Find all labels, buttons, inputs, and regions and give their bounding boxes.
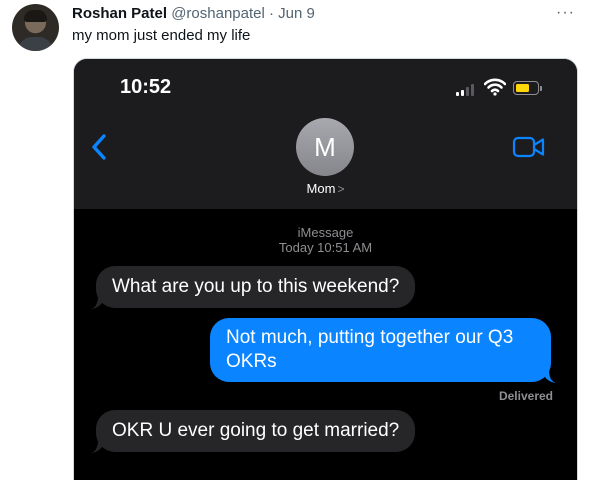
- battery-cap: [540, 85, 542, 91]
- message-text: OKR U ever going to get married?: [112, 420, 400, 441]
- author-avatar[interactable]: [12, 4, 59, 51]
- delivery-status: Delivered: [498, 389, 553, 403]
- author-handle[interactable]: @roshanpatel: [171, 5, 265, 22]
- message-text-line-1: Not much, putting together our Q3: [226, 327, 514, 348]
- more-options-icon[interactable]: ···: [556, 4, 575, 22]
- message-text: What are you up to this weekend?: [112, 276, 400, 297]
- video-call-icon[interactable]: [512, 136, 546, 158]
- message-bubble-received[interactable]: What are you up to this weekend?: [91, 266, 416, 309]
- bubble-tail: [91, 439, 105, 453]
- service-label: iMessage: [297, 225, 354, 240]
- battery-level: [515, 83, 529, 92]
- contact-name[interactable]: Mom >: [74, 181, 577, 196]
- avatar-hair: [24, 10, 47, 22]
- tweet-media-screenshot[interactable]: 10:52 M Mom > iMessage Today 10:51 AM Wh…: [73, 58, 578, 480]
- imessage-header: 10:52 M Mom >: [74, 59, 577, 209]
- battery-icon: [513, 81, 542, 95]
- wifi-icon: [484, 78, 506, 96]
- back-chevron-icon[interactable]: [90, 133, 108, 161]
- conversation-timestamp: Today 10:51 AM: [278, 240, 373, 255]
- tweet-header: Roshan Patel @roshanpatel · Jun 9: [72, 5, 315, 22]
- chevron-right-icon: >: [337, 182, 345, 196]
- bubble-tail: [542, 369, 556, 383]
- message-bubble-sent[interactable]: Not much, putting together our Q3 OKRs: [210, 318, 556, 383]
- message-text-line-2: OKRs: [226, 351, 277, 372]
- author-display-name[interactable]: Roshan Patel: [72, 5, 167, 22]
- contact-avatar[interactable]: M: [296, 118, 354, 176]
- message-bubble-received[interactable]: OKR U ever going to get married?: [91, 410, 416, 453]
- cellular-signal-icon: [456, 83, 478, 96]
- tweet-date[interactable]: Jun 9: [278, 5, 315, 22]
- status-bar-time: 10:52: [120, 76, 172, 98]
- contact-name-label: Mom: [306, 181, 336, 196]
- tweet-text: my mom just ended my life: [72, 27, 251, 44]
- avatar-shirt: [18, 37, 53, 51]
- header-separator: ·: [269, 5, 274, 22]
- bubble-tail: [91, 295, 105, 309]
